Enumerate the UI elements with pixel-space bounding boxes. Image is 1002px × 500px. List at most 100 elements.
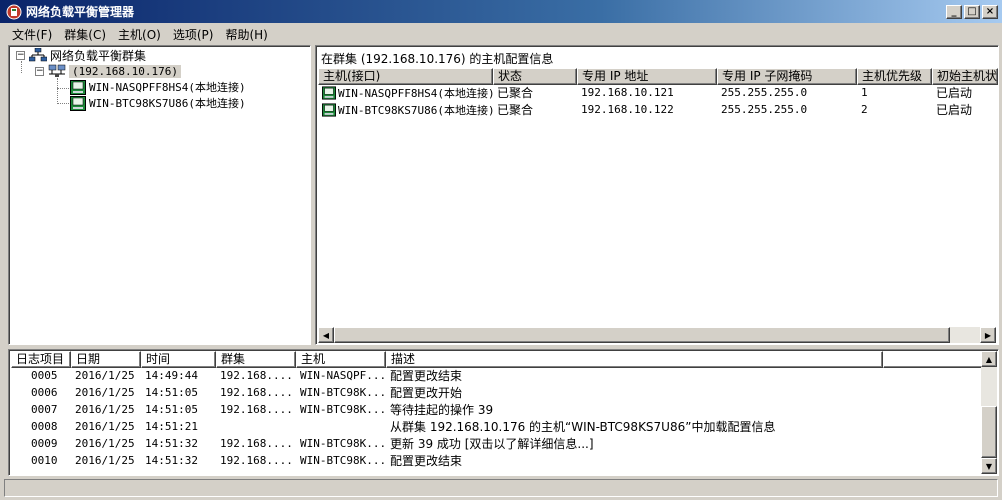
collapse-icon[interactable]: − [16,50,25,60]
log-entry-id: 0006 [31,386,58,399]
log-row[interactable]: 0010 2016/1/25 14:51:32 192.168.... WIN-… [11,452,886,469]
cell-status: 已聚合 [497,86,534,100]
menu-help[interactable]: 帮助(H) [219,26,273,43]
column-header-dedicated-ip[interactable]: 专用 IP 地址 [577,68,717,85]
close-button[interactable]: × [982,4,998,19]
log-date: 2016/1/25 [75,369,135,382]
host-list-caption: 在群集 (192.168.10.176) 的主机配置信息 [321,52,554,66]
log-time: 14:51:21 [145,420,198,433]
log-host: WIN-BTC98K... [300,386,386,399]
scroll-up-icon[interactable]: ▲ [981,351,997,367]
log-host: WIN-BTC98K... [300,403,386,416]
log-row[interactable]: 0009 2016/1/25 14:51:32 192.168.... WIN-… [11,435,886,452]
column-header-date[interactable]: 日期 [71,351,141,368]
horizontal-scrollbar[interactable]: ◀ ▶ [318,327,996,343]
tree-item-host[interactable]: WIN-NASQPFF8HS4(本地连接) [70,79,246,95]
column-header-subnet-mask[interactable]: 专用 IP 子网掩码 [717,68,857,85]
menu-host[interactable]: 主机(O) [112,26,167,43]
scroll-down-icon[interactable]: ▼ [981,458,997,474]
column-header-time[interactable]: 时间 [141,351,216,368]
tree-cluster-label: (192.168.10.176) [69,64,181,78]
log-entry-id: 0010 [31,454,58,467]
cell-priority: 2 [861,103,868,116]
tree-item-host[interactable]: WIN-BTC98KS7U86(本地连接) [70,95,246,111]
log-host: WIN-BTC98K... [300,454,386,467]
cell-priority: 1 [861,86,868,99]
cell-host: WIN-NASQPFF8HS4(本地连接) [318,85,493,101]
host-list-header: 主机(接口) 状态 专用 IP 地址 专用 IP 子网掩码 主机优先级 初始主机… [318,68,998,85]
log-cluster: 192.168.... [220,454,293,467]
cluster-network-icon [29,48,47,62]
window-title: 网络负载平衡管理器 [26,5,135,19]
log-cluster: 192.168.... [220,386,293,399]
log-description: 等待挂起的操作 39 [390,403,494,417]
scroll-thumb[interactable] [334,327,950,343]
table-row[interactable]: WIN-NASQPFF8HS4(本地连接) 已聚合 192.168.10.121… [318,84,998,101]
scroll-thumb[interactable] [981,406,997,458]
vertical-scrollbar[interactable]: ▲ ▼ [981,351,997,474]
tree-host-label: WIN-NASQPFF8HS4(本地连接) [89,81,246,94]
log-panel: 日志项目 日期 时间 群集 主机 描述 0005 2016/1/25 14:49… [8,349,999,476]
log-time: 14:49:44 [145,369,198,382]
log-date: 2016/1/25 [75,437,135,450]
column-header-filler [883,351,983,368]
log-date: 2016/1/25 [75,420,135,433]
host-computer-icon [70,95,86,111]
menu-options[interactable]: 选项(P) [167,26,220,43]
log-host: WIN-NASQPF... [300,369,386,382]
tree-connector [57,88,69,89]
log-description: 配置更改开始 [390,386,463,400]
column-header-cluster[interactable]: 群集 [216,351,296,368]
log-description: 从群集 192.168.10.176 的主机“WIN-BTC98KS7U86”中… [390,420,776,434]
maximize-button[interactable]: □ [964,4,980,19]
cell-initial-state: 已启动 [936,103,973,117]
column-header-host[interactable]: 主机 [296,351,386,368]
log-row[interactable]: 0006 2016/1/25 14:51:05 192.168.... WIN-… [11,384,886,401]
host-computer-icon [322,102,336,117]
host-name: WIN-NASQPFF8HS4(本地连接) [338,86,493,100]
minimize-button[interactable]: _ [946,4,962,19]
cell-initial-state: 已启动 [936,86,973,100]
host-list-panel: 在群集 (192.168.10.176) 的主机配置信息 主机(接口) 状态 专… [315,45,999,345]
tree-item-root[interactable]: − 网络负载平衡群集 [16,47,146,63]
cell-status: 已聚合 [497,103,534,117]
log-cluster: 192.168.... [220,369,293,382]
log-host: WIN-BTC98K... [300,437,386,450]
log-time: 14:51:05 [145,403,198,416]
column-header-status[interactable]: 状态 [493,68,577,85]
column-header-log-entry[interactable]: 日志项目 [11,351,71,368]
log-time: 14:51:05 [145,386,198,399]
scroll-left-icon[interactable]: ◀ [318,327,334,343]
tree-host-label: WIN-BTC98KS7U86(本地连接) [89,97,246,110]
collapse-icon[interactable]: − [35,66,44,76]
cell-subnet-mask: 255.255.255.0 [721,103,808,116]
log-cluster: 192.168.... [220,403,293,416]
log-time: 14:51:32 [145,437,198,450]
column-header-priority[interactable]: 主机优先级 [857,68,932,85]
cluster-icon [48,64,66,77]
cell-dedicated-ip: 192.168.10.121 [581,86,674,99]
column-header-host[interactable]: 主机(接口) [318,68,493,85]
log-time: 14:51:32 [145,454,198,467]
scroll-right-icon[interactable]: ▶ [980,327,996,343]
log-date: 2016/1/25 [75,386,135,399]
column-header-initial-state[interactable]: 初始主机状 [932,68,998,85]
menu-file[interactable]: 文件(F) [6,26,58,43]
menu-cluster[interactable]: 群集(C) [58,26,112,43]
log-entry-id: 0009 [31,437,58,450]
tree-item-cluster[interactable]: − (192.168.10.176) [35,63,181,79]
log-entry-id: 0005 [31,369,58,382]
log-row[interactable]: 0005 2016/1/25 14:49:44 192.168.... WIN-… [11,367,886,384]
log-row[interactable]: 0007 2016/1/25 14:51:05 192.168.... WIN-… [11,401,886,418]
cell-dedicated-ip: 192.168.10.122 [581,103,674,116]
tree-root-label: 网络负载平衡群集 [50,48,147,63]
column-header-description[interactable]: 描述 [386,351,883,368]
tree-connector [57,103,69,104]
host-computer-icon [322,85,336,100]
cluster-tree[interactable]: − 网络负载平衡群集 − (192.168.10.176) WIN-NASQPF… [8,45,311,345]
table-row[interactable]: WIN-BTC98KS7U86(本地连接) 已聚合 192.168.10.122… [318,101,998,118]
log-row[interactable]: 0008 2016/1/25 14:51:21 从群集 192.168.10.1… [11,418,886,435]
log-date: 2016/1/25 [75,403,135,416]
log-description: 更新 39 成功 [双击以了解详细信息...] [390,437,594,451]
tree-connector [57,78,58,104]
